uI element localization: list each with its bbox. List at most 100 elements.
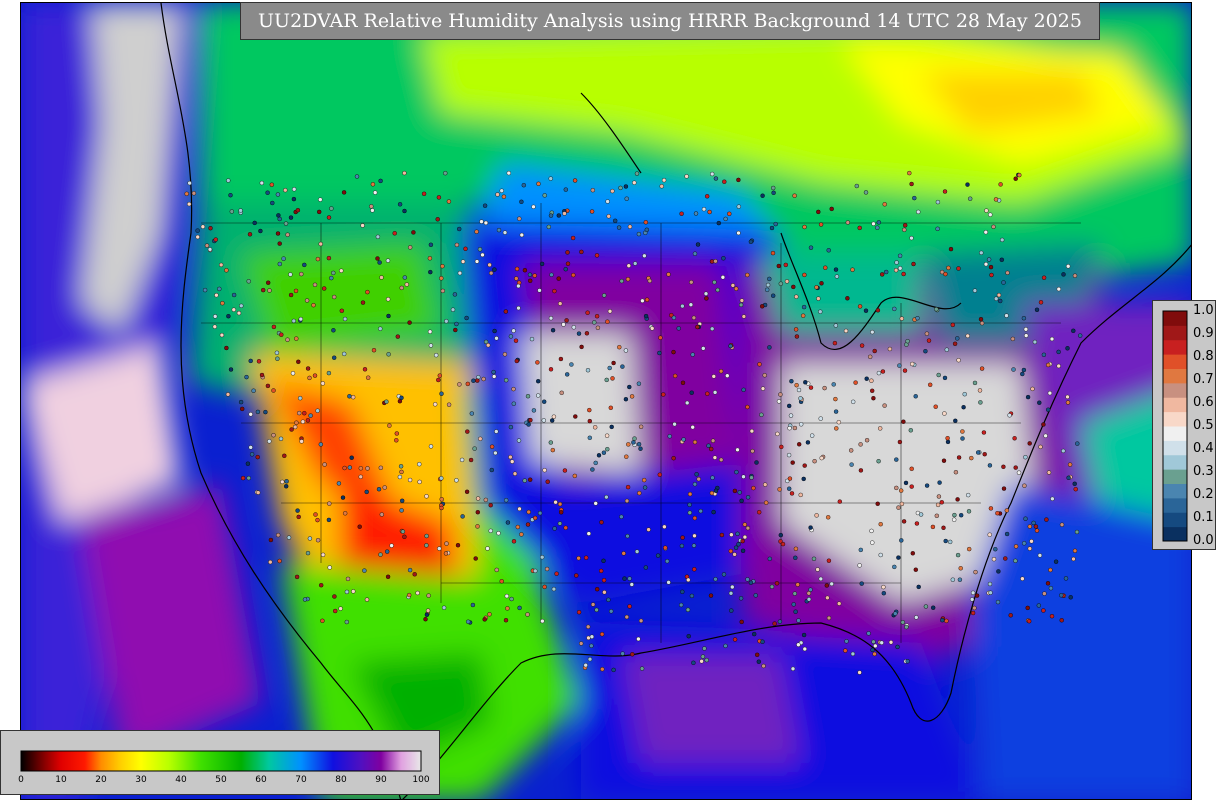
- station-marker: [487, 262, 492, 268]
- station-marker: [1023, 516, 1028, 521]
- station-marker: [962, 392, 967, 397]
- station-marker: [729, 608, 734, 613]
- station-marker: [421, 191, 427, 197]
- station-marker: [719, 457, 724, 462]
- station-marker: [238, 208, 243, 213]
- station-marker: [399, 285, 404, 291]
- station-marker: [514, 358, 519, 364]
- station-marker: [734, 469, 739, 475]
- station-marker: [939, 500, 944, 505]
- station-marker: [486, 343, 491, 348]
- station-marker: [246, 279, 251, 284]
- station-marker: [296, 514, 301, 520]
- station-marker: [454, 242, 460, 248]
- station-marker: [709, 446, 714, 452]
- station-marker: [622, 576, 627, 581]
- station-marker: [900, 620, 905, 625]
- station-marker: [627, 224, 633, 229]
- station-marker: [818, 222, 824, 227]
- rh-analysis-map[interactable]: [20, 2, 1192, 800]
- station-marker: [736, 177, 741, 183]
- station-marker: [562, 468, 568, 473]
- station-marker: [823, 265, 828, 270]
- station-marker: [719, 532, 725, 538]
- station-marker: [297, 410, 302, 416]
- station-marker: [704, 657, 709, 663]
- station-marker: [752, 631, 757, 637]
- station-marker: [902, 368, 908, 373]
- station-marker: [936, 494, 942, 499]
- station-marker: [488, 503, 493, 508]
- station-marker: [829, 206, 834, 212]
- station-marker: [312, 282, 318, 287]
- station-marker: [548, 316, 554, 321]
- station-marker: [1008, 613, 1013, 618]
- station-marker: [293, 288, 299, 294]
- station-marker: [602, 293, 607, 298]
- station-marker: [493, 450, 498, 456]
- station-marker: [1020, 371, 1025, 377]
- station-marker: [590, 467, 595, 472]
- station-marker: [399, 469, 404, 475]
- station-marker: [509, 596, 514, 602]
- station-marker: [948, 539, 953, 545]
- station-marker: [339, 308, 344, 313]
- station-marker: [351, 589, 356, 594]
- station-marker: [604, 494, 609, 500]
- station-marker: [1042, 591, 1047, 596]
- station-marker: [336, 481, 342, 486]
- station-marker: [619, 514, 624, 519]
- station-marker: [394, 438, 399, 443]
- station-marker: [387, 423, 392, 428]
- station-marker: [508, 334, 514, 339]
- station-marker: [378, 178, 383, 184]
- station-marker: [342, 465, 347, 471]
- station-marker: [818, 576, 823, 582]
- rh-tick-label: 0: [18, 775, 24, 785]
- station-marker: [723, 643, 728, 649]
- station-marker: [525, 394, 531, 399]
- station-marker: [404, 282, 409, 287]
- station-marker: [246, 475, 251, 481]
- station-marker: [672, 422, 677, 427]
- station-marker: [579, 641, 584, 646]
- station-marker: [832, 340, 838, 346]
- station-marker: [446, 402, 452, 407]
- station-marker: [537, 510, 543, 516]
- station-marker: [666, 580, 671, 585]
- station-marker: [1013, 465, 1018, 470]
- station-marker: [665, 559, 670, 564]
- station-marker: [607, 309, 613, 314]
- station-marker: [878, 426, 883, 431]
- station-marker: [905, 659, 910, 664]
- station-marker: [278, 436, 284, 441]
- obs-tick-label: 0.3: [1193, 464, 1214, 479]
- station-marker: [385, 574, 391, 579]
- station-marker: [295, 207, 301, 213]
- station-marker: [916, 209, 921, 215]
- station-marker: [692, 515, 697, 521]
- station-marker: [298, 316, 303, 322]
- station-marker: [619, 278, 624, 284]
- station-marker: [713, 259, 718, 264]
- station-marker: [871, 396, 876, 401]
- station-marker: [542, 468, 547, 473]
- station-marker: [679, 211, 684, 216]
- station-marker: [239, 406, 245, 412]
- station-marker: [1024, 333, 1029, 338]
- station-marker: [554, 571, 559, 576]
- station-marker: [857, 225, 862, 231]
- station-marker: [793, 609, 798, 614]
- station-marker: [833, 409, 839, 414]
- station-marker: [340, 495, 346, 500]
- station-marker: [466, 619, 471, 624]
- station-marker: [231, 292, 237, 298]
- station-marker: [366, 375, 371, 380]
- station-marker: [525, 522, 531, 527]
- station-marker: [491, 369, 496, 375]
- obs-tick-label: 0.8: [1193, 349, 1214, 364]
- station-marker: [876, 220, 881, 225]
- station-marker: [514, 266, 520, 272]
- station-marker: [700, 654, 706, 659]
- station-marker: [957, 577, 963, 582]
